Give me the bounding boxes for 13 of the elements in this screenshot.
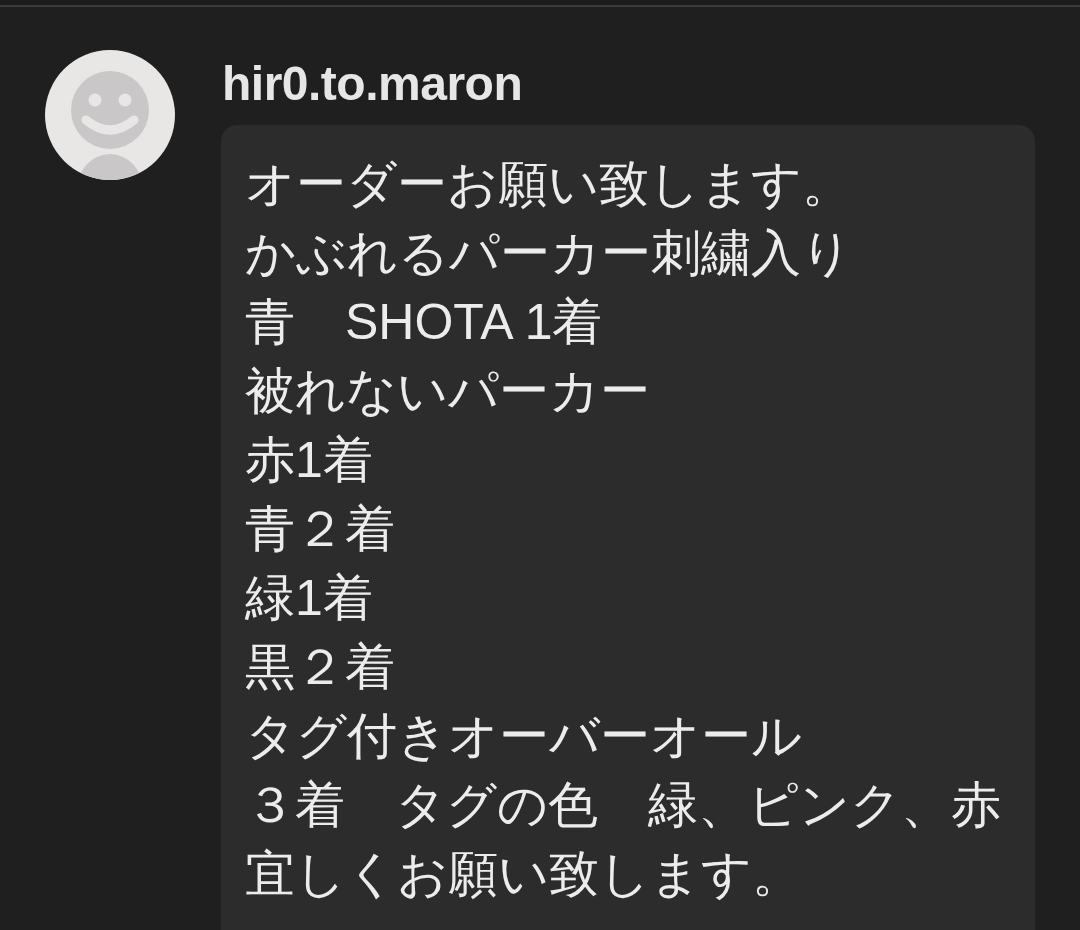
- message-line: 赤1着: [245, 431, 373, 490]
- username: hir0.to.maron: [222, 57, 523, 110]
- user-avatar-icon: [45, 50, 175, 180]
- message-line: ３着 タグの色 緑、ピンク、赤: [245, 776, 1001, 835]
- message-line: 宜しくお願い致します。: [245, 845, 802, 904]
- message-line: オーダーお願い致します。: [245, 155, 852, 214]
- message-line: 青 SHOTA 1着: [245, 293, 603, 352]
- message-line: 被れないパーカー: [245, 362, 650, 421]
- message-line: 黒２着: [245, 638, 395, 697]
- message-line: 緑1着: [245, 569, 373, 628]
- message-line: タグ付きオーバーオール: [245, 707, 802, 766]
- message-line: かぶれるパーカー刺繍入り: [245, 224, 852, 283]
- message-line: 青２着: [245, 500, 395, 559]
